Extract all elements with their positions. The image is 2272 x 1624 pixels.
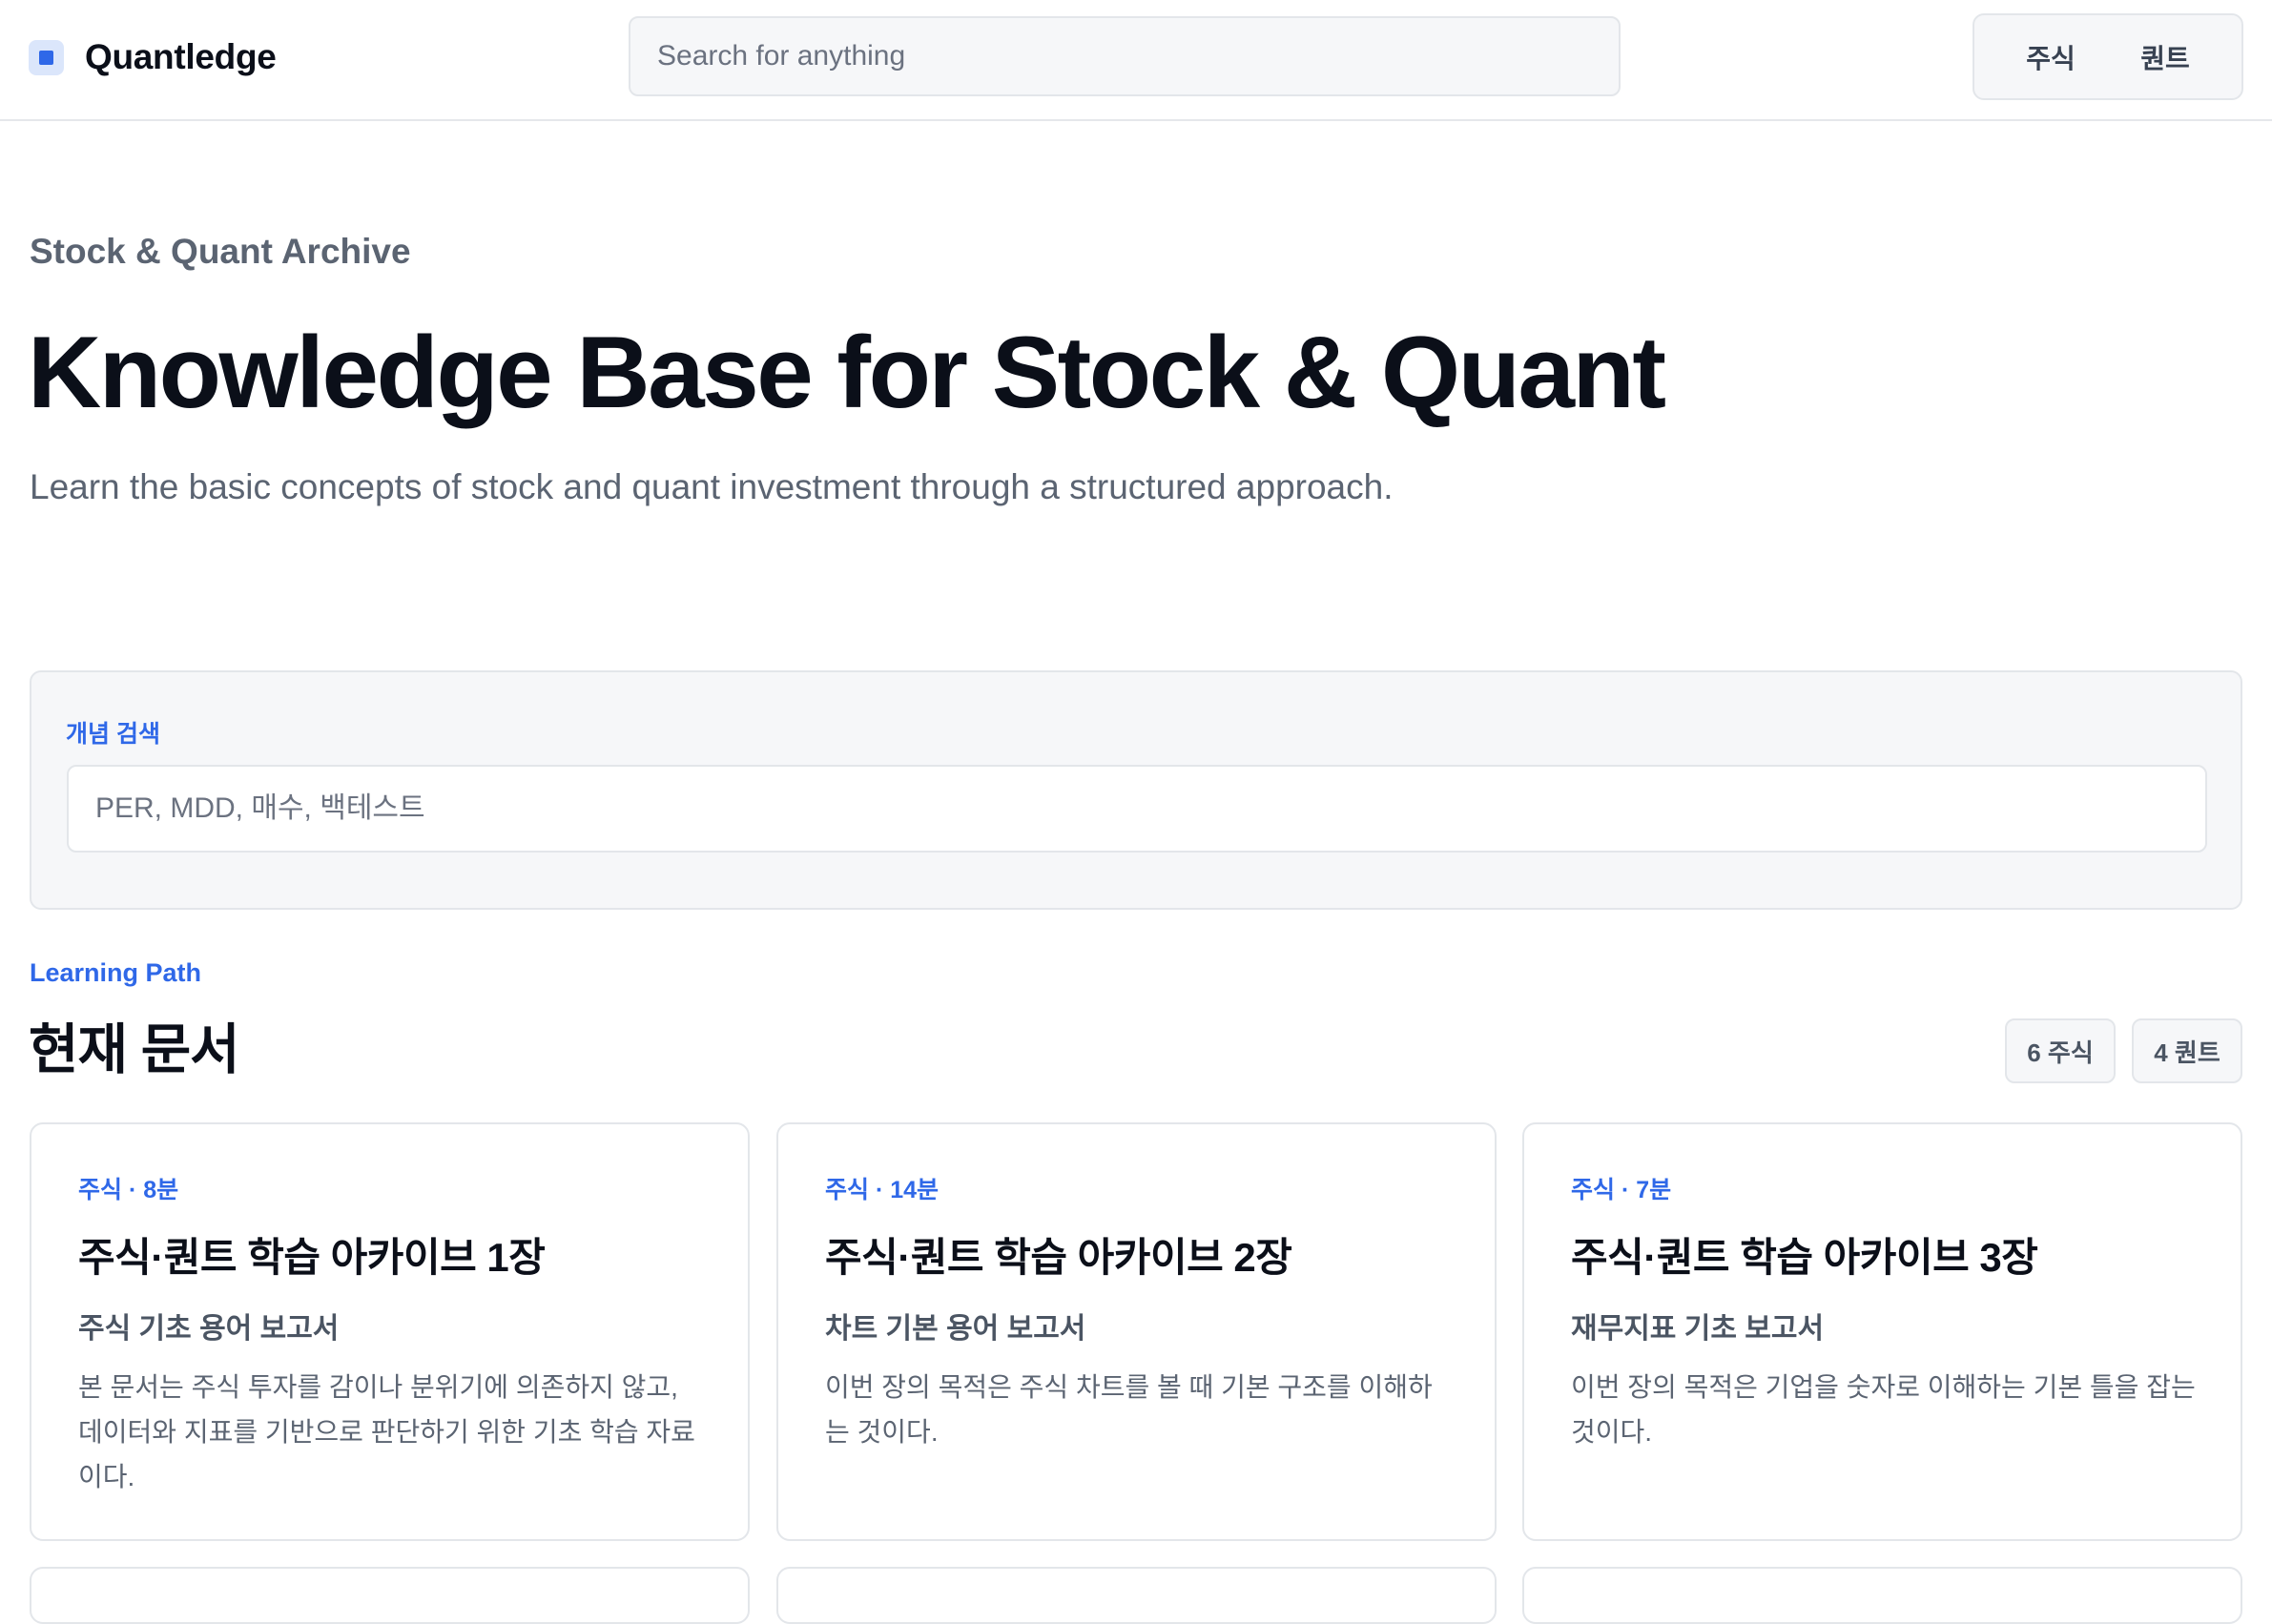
- brand-logo[interactable]: Quantledge: [29, 37, 277, 76]
- brand-name: Quantledge: [85, 37, 277, 76]
- document-card[interactable]: 주식 · 14분 주식·퀀트 학습 아카이브 2장 차트 기본 용어 보고서 이…: [776, 1122, 1497, 1541]
- document-card-partial[interactable]: [30, 1567, 750, 1624]
- document-card-partial[interactable]: [776, 1567, 1497, 1624]
- card-subtitle: 주식 기초 용어 보고서: [78, 1313, 340, 1345]
- document-card-partial[interactable]: [1522, 1567, 2242, 1624]
- nav-item-quant[interactable]: 퀀트: [2127, 32, 2203, 82]
- quant-count-badge[interactable]: 4 퀀트: [2132, 1018, 2242, 1083]
- page-title: Knowledge Base for Stock & Quant: [28, 315, 1666, 429]
- card-meta: 주식 · 14분: [825, 1177, 940, 1203]
- card-description: 본 문서는 주식 투자를 감이나 분위기에 의존하지 않고, 데이터와 지표를 …: [78, 1372, 695, 1491]
- hero-description: Learn the basic concepts of stock and qu…: [30, 467, 1394, 506]
- concept-search-label: 개념 검색: [66, 721, 160, 748]
- concept-search-input[interactable]: [67, 765, 2207, 853]
- card-title: 주식·퀀트 학습 아카이브 2장: [825, 1235, 1292, 1280]
- card-title: 주식·퀀트 학습 아카이브 1장: [78, 1235, 546, 1280]
- logo-square-icon: [29, 39, 64, 75]
- hero-eyebrow: Stock & Quant Archive: [30, 232, 411, 271]
- card-meta: 주식 · 7분: [1571, 1177, 1672, 1203]
- top-navigation-bar: Quantledge 주식 퀀트: [0, 0, 2272, 121]
- document-card[interactable]: 주식 · 8분 주식·퀀트 학습 아카이브 1장 주식 기초 용어 보고서 본 …: [30, 1122, 750, 1541]
- category-nav: 주식 퀀트: [1973, 13, 2243, 100]
- concept-search-panel: 개념 검색: [30, 670, 2242, 910]
- card-meta: 주식 · 8분: [78, 1177, 179, 1203]
- stock-count-badge[interactable]: 6 주식: [2005, 1018, 2116, 1083]
- section-title: 현재 문서: [29, 1019, 240, 1080]
- nav-item-stock[interactable]: 주식: [2013, 32, 2089, 82]
- card-description: 이번 장의 목적은 기업을 숫자로 이해하는 기본 틀을 잡는 것이다.: [1571, 1372, 2196, 1447]
- card-subtitle: 재무지표 기초 보고서: [1571, 1313, 1825, 1345]
- card-title: 주식·퀀트 학습 아카이브 3장: [1571, 1235, 2038, 1280]
- section-eyebrow: Learning Path: [30, 958, 202, 987]
- global-search-input[interactable]: [629, 16, 1621, 96]
- card-description: 이번 장의 목적은 주식 차트를 볼 때 기본 구조를 이해하는 것이다.: [825, 1372, 1433, 1447]
- card-subtitle: 차트 기본 용어 보고서: [825, 1313, 1086, 1345]
- document-card[interactable]: 주식 · 7분 주식·퀀트 학습 아카이브 3장 재무지표 기초 보고서 이번 …: [1522, 1122, 2242, 1541]
